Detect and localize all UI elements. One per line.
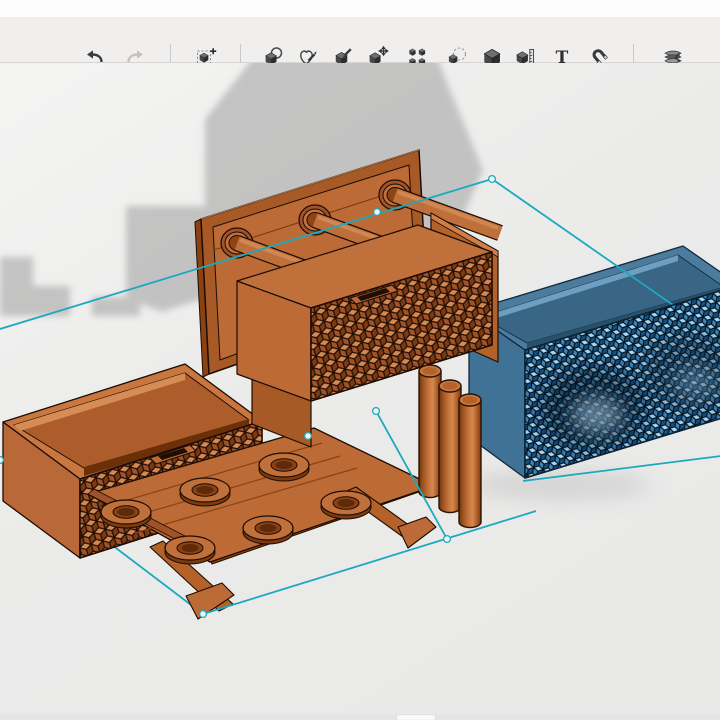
selection-handle[interactable] <box>442 534 452 544</box>
selection-handle[interactable] <box>198 609 208 619</box>
bottom-edge-strip <box>0 714 720 720</box>
selection-handle[interactable] <box>303 431 313 441</box>
selection-handle[interactable] <box>0 455 5 465</box>
selection-handle[interactable] <box>487 174 497 184</box>
3d-viewport[interactable] <box>0 63 720 720</box>
pin-cylinder[interactable] <box>418 364 442 499</box>
pin-cylinder[interactable] <box>458 393 482 529</box>
selection-handle[interactable] <box>372 207 382 217</box>
scene-canvas[interactable] <box>0 63 720 720</box>
pin-cylinder[interactable] <box>438 379 462 514</box>
main-toolbar: T <box>0 17 720 77</box>
window-top-gap <box>0 0 720 17</box>
ground-shadow <box>470 469 650 501</box>
selection-handle[interactable] <box>371 406 381 416</box>
